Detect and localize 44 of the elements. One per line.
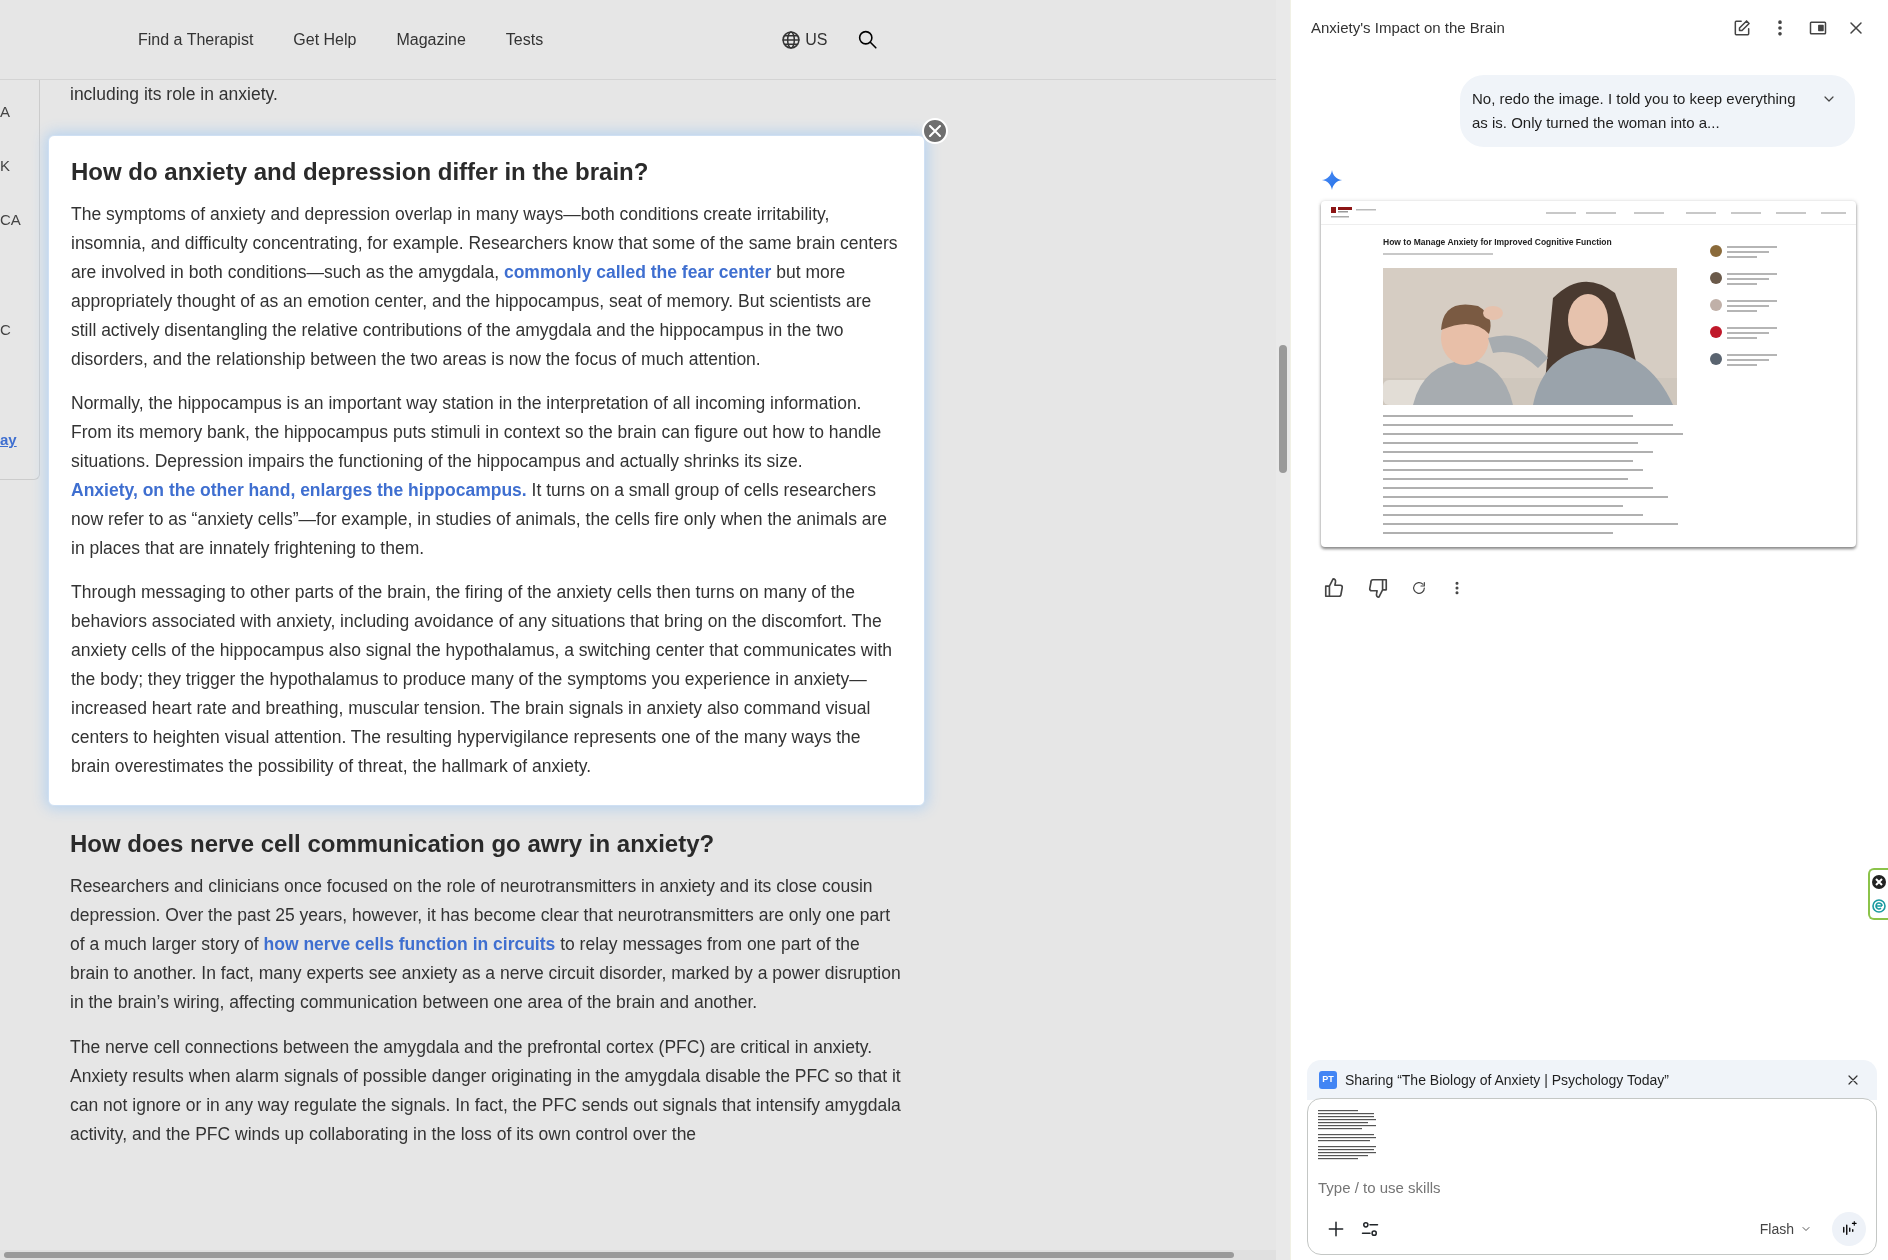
sidebar-link[interactable]: ay: [0, 430, 39, 450]
paragraph: including its role in anxiety.: [69, 83, 279, 106]
article-title: How to Manage Anxiety for Improved Cognitive Function: [1383, 237, 1613, 248]
sidebar-item[interactable]: A: [0, 102, 39, 122]
refresh-icon[interactable]: [1411, 580, 1427, 596]
site-favicon: PT: [1319, 1071, 1337, 1089]
sidebar-item[interactable]: K: [0, 156, 39, 176]
paragraph: Researchers and clinicians once focused on the role of neurotransmitters in anxiety and its close cousin depression. Over the past 25 years, however, it has become clear that neurotransmitters are only one part of a much larger story of how nerve cells function in circuits to relay messages from one part of the brain to another. In fact, many experts see anxiety as a nerve circuit disorder, marked by a power disruption in the brain’s wiring, affecting communication between one area of the brain and another.: [70, 875, 902, 1014]
model-dropdown[interactable]: Flash: [1753, 1217, 1818, 1241]
text-link[interactable]: Anxiety, on the other hand, enlarges the hippocampus.: [71, 480, 527, 500]
sidebar-item[interactable]: CA: [0, 210, 39, 230]
region-selector[interactable]: US: [779, 25, 830, 54]
nav-link[interactable]: Magazine: [396, 27, 466, 52]
paragraph: Normally, the hippocampus is an important way station in the interpretation of all incoming information. From its memory bank, the hippocampus puts stimuli in context so the brain can figure out how to handle situations. Depression impairs the functioning of the hippocampus and actually shrinks its size. Anxiety, on the other hand, enlarges the hippocampus. It turns on a small group of cells researchers now refer to as “anxiety cells”—for example, in studies of animals, the cells fire only when the animals are in places that are innately frightening to them.: [71, 392, 889, 560]
sharing-label: Sharing “The Biology of Anxiety | Psychology Today”: [1345, 1070, 1669, 1090]
nav-link[interactable]: Tests: [505, 27, 544, 52]
text-link[interactable]: commonly called the fear center: [503, 262, 772, 282]
globe-icon: [781, 29, 802, 50]
e-circle-icon: [1872, 899, 1886, 913]
nav-link[interactable]: Get Help: [293, 27, 357, 52]
nav-link[interactable]: Find a Therapist: [138, 27, 254, 52]
paragraph: The symptoms of anxiety and depression overlap in many ways—both conditions create irritability, insomnia, and difficulty concentrating, for example. Researchers know that some of the same brain centers are involved in both conditions—such as the amygdala, commonly called the fear center but more appropriately thought of as an emotion center, and the hippocampus, seat of memory. But scientists are still actively disentangling the relative contributions of the amygdala and the hippocampus in the two disorders, and the relationship between the two areas is now the focus of much attention.: [71, 203, 898, 371]
plus-icon[interactable]: [1326, 1219, 1346, 1239]
chat-title: Anxiety's Impact on the Brain: [1311, 17, 1505, 38]
close-icon[interactable]: [1872, 875, 1886, 889]
thumbs-down-icon[interactable]: [1367, 577, 1389, 599]
chat-input[interactable]: Type / to use skills Flash: [1307, 1098, 1877, 1255]
message-text: No, redo the image. I told you to keep everything as is. Only turned the woman into a...: [1472, 89, 1797, 133]
paragraph: Through messaging to other parts of the brain, the firing of the anxiety cells then turns on many of the behaviors associated with anxiety, including avoidance of any situations that bring on the discomfort. The anxiety cells of the hippocampus also signal the hypothalamus, a switching center that communicates with the body; they trigger the hypothalamus to produce many of the symptoms you experience in anxiety— increased heart rate and breathing, muscular tension. The brain signals in anxiety also command visual centers to heighten visual attention. The resulting hypervigilance represents one of the many ways the brain overestimates the possibility of threat, the hallmark of anxiety.: [71, 581, 893, 778]
section-heading: How does nerve cell communication go awry in anxiety?: [70, 829, 716, 859]
scrollbar[interactable]: [0, 1250, 1276, 1260]
sliders-icon[interactable]: [1360, 1219, 1380, 1239]
sidebar-item[interactable]: C: [0, 320, 39, 340]
extension-widget[interactable]: [1868, 868, 1888, 920]
voice-icon: [1840, 1220, 1858, 1238]
edit-icon[interactable]: [1732, 18, 1752, 38]
search-icon[interactable]: [857, 29, 879, 50]
close-button[interactable]: [922, 118, 948, 144]
paragraph: The nerve cell connections between the amygdala and the prefrontal cortex (PFC) are critical in anxiety. Anxiety results when alarm signals of possible danger originating in the amygdala disable the PFC so that it can not ignore or in any way regulate the signals. In fact, the PFC sends out signals that intensify amygdala activity, and the PFC winds up collaborating in the loss of its own control over the: [70, 1036, 902, 1146]
text-link[interactable]: how nerve cells function in circuits: [263, 934, 556, 954]
section-heading: How do anxiety and depression differ in the brain?: [71, 157, 650, 187]
voice-button[interactable]: [1832, 1212, 1866, 1246]
thumbs-up-icon[interactable]: [1323, 577, 1345, 599]
side-panel-icon[interactable]: [1808, 18, 1828, 38]
